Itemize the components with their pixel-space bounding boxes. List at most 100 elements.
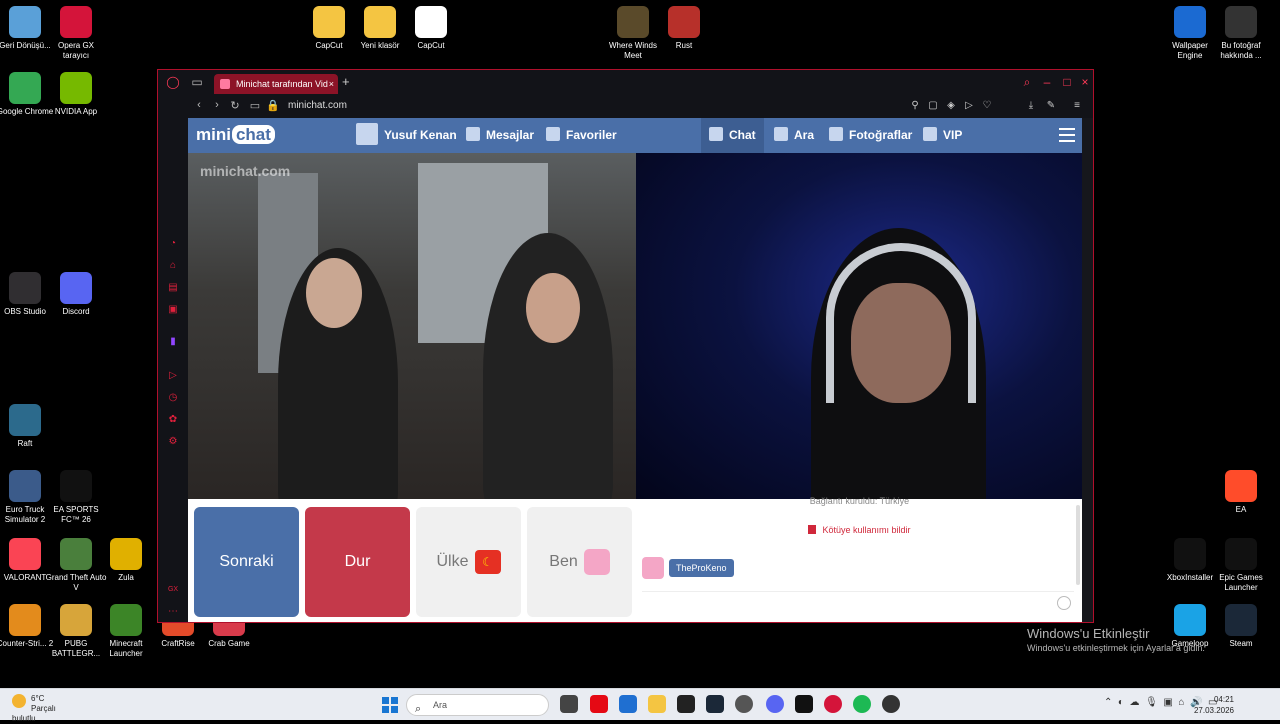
steam-icon [1225, 604, 1257, 636]
back-icon[interactable]: ‹ [192, 99, 206, 111]
sidebar-settings-icon[interactable]: ⚙ [167, 436, 179, 448]
taskbar-store-icon[interactable] [619, 695, 637, 713]
browser-tab[interactable]: Minichat tarafından Vid × [214, 74, 338, 94]
page-scrollbar[interactable] [1082, 118, 1093, 622]
desktop-shortcut[interactable]: EA [1210, 470, 1272, 515]
sidebar-more-icon[interactable]: ⋯ [167, 606, 179, 618]
partner-avatar-icon[interactable] [642, 557, 664, 579]
sidebar-player-icon[interactable]: ▷ [167, 370, 179, 382]
stop-button[interactable]: Dur [305, 507, 410, 617]
minichat-logo[interactable]: mini chat [196, 125, 275, 145]
nav-photos[interactable]: Fotoğraflar [829, 118, 912, 153]
messages-icon [466, 127, 480, 141]
favorites-icon [546, 127, 560, 141]
rust-icon [668, 6, 700, 38]
desktop-shortcut[interactable]: Opera GX tarayıcı [45, 6, 107, 61]
menu-icon[interactable]: ≡ [1070, 100, 1084, 111]
lock-icon: 🔒 [266, 100, 280, 112]
sidebar-twitch-icon[interactable]: ▮ [167, 336, 179, 348]
nav-chat-label: Chat [729, 128, 756, 142]
close-window-icon[interactable]: × [1078, 75, 1092, 89]
report-abuse-link[interactable]: Kötüye kullanımı bildir [636, 525, 1083, 535]
obs-icon [9, 272, 41, 304]
taskbar-xbox-icon[interactable] [735, 695, 753, 713]
heart-icon[interactable]: ♡ [980, 100, 994, 111]
taskbar-spotify-icon[interactable] [853, 695, 871, 713]
reload-icon[interactable]: ↻ [228, 99, 242, 112]
desktop-shortcut[interactable]: NVIDIA App [45, 72, 107, 117]
ai-icon[interactable]: ✎ [1044, 100, 1058, 111]
desktop-shortcut[interactable]: EA SPORTS FC™ 26 [45, 470, 107, 525]
taskbar-github-icon[interactable] [882, 695, 900, 713]
discord-icon [60, 272, 92, 304]
new-tab-button[interactable]: + [342, 74, 350, 89]
desktop-shortcut[interactable]: Bu fotoğraf hakkında ... [1210, 6, 1272, 61]
activation-title: Windows'u Etkinleştir [1027, 626, 1150, 641]
taskbar-search[interactable]: ⌕ Ara [406, 694, 549, 716]
clock[interactable]: 04:21 27.03.2026 [1194, 694, 1234, 716]
desktop-shortcut[interactable]: Zula [95, 538, 157, 583]
taskbar-task-view-icon[interactable] [560, 695, 578, 713]
message-input[interactable] [642, 591, 1074, 615]
text-chat-pane: Bağlantı kuruldu: Türkiye Kötüye kullanı… [636, 496, 1083, 622]
nav-messages[interactable]: Mesajlar [466, 118, 534, 153]
taskbar-epic-icon[interactable] [677, 695, 695, 713]
desktop-shortcut-label: EA [1235, 505, 1247, 514]
desktop-shortcut[interactable]: Rust [653, 6, 715, 51]
sidebar-messenger-icon[interactable]: ▣ [167, 304, 179, 316]
nav-vip[interactable]: VIP [923, 118, 962, 153]
nav-profile[interactable]: Yusuf Kenan [356, 118, 457, 153]
player-icon[interactable]: ▷ [962, 100, 976, 111]
wallpaper-engine-icon [1174, 6, 1206, 38]
tab-menu-icon[interactable]: ▭ [190, 75, 204, 89]
pin-icon[interactable]: ⚲ [908, 100, 922, 111]
taskbar-opera-gx-icon[interactable] [824, 695, 842, 713]
taskbar-netflix-icon[interactable] [590, 695, 608, 713]
windows-activation-watermark: Windows'u Etkinleştir Windows'u etkinleş… [1027, 626, 1205, 653]
hamburger-menu-icon[interactable] [1059, 128, 1075, 142]
desktop-shortcut-label: EA SPORTS FC™ 26 [53, 505, 99, 524]
country-button[interactable]: Ülke ☾ [416, 507, 521, 617]
sidebar-store-icon[interactable]: ⌂ [167, 260, 179, 272]
taskbar-steam-icon[interactable] [706, 695, 724, 713]
partner-name[interactable]: TheProKeno [669, 559, 734, 577]
sidebar-history-icon[interactable]: ◷ [167, 392, 179, 404]
nav-favorites[interactable]: Favoriler [546, 118, 617, 153]
taskbar-discord-icon[interactable] [766, 695, 784, 713]
search-tabs-icon[interactable]: ⌕ [1020, 75, 1034, 89]
where-winds-meet-icon [617, 6, 649, 38]
partner-video: minichat.com [188, 153, 636, 499]
opera-logo-icon[interactable]: ◯ [166, 75, 180, 89]
desktop-shortcut[interactable]: Discord [45, 272, 107, 317]
next-button[interactable]: Sonraki [194, 507, 299, 617]
start-button[interactable] [382, 697, 398, 713]
nav-chat[interactable]: Chat [701, 118, 764, 153]
taskbar-explorer-icon[interactable] [648, 695, 666, 713]
maximize-icon[interactable]: □ [1060, 75, 1074, 89]
chat-scrollbar[interactable] [1076, 505, 1080, 585]
sidebar-gx-corner-icon[interactable]: ◔ [167, 238, 179, 250]
minichat-header: mini chat Yusuf Kenan Mesajlar Favoriler … [188, 118, 1083, 153]
tab-close-icon[interactable]: × [329, 74, 334, 94]
desktop-shortcut[interactable]: Raft [0, 404, 56, 449]
search-icon [774, 127, 788, 141]
sidebar-extensions-icon[interactable]: ✿ [167, 414, 179, 426]
desktop-shortcut[interactable]: Epic Games Launcher [1210, 538, 1272, 593]
taskbar-terminal-icon[interactable] [795, 695, 813, 713]
me-button[interactable]: Ben [527, 507, 632, 617]
desktop-shortcut[interactable]: CapCut [400, 6, 462, 51]
shield-icon[interactable]: ◈ [944, 100, 958, 111]
emoji-icon[interactable] [1057, 596, 1071, 610]
download-icon[interactable]: ⤓ [1024, 100, 1038, 111]
cs2-icon [9, 604, 41, 636]
minimize-icon[interactable]: – [1040, 75, 1054, 89]
desktop-shortcut[interactable]: Steam [1210, 604, 1272, 649]
forward-icon[interactable]: › [210, 99, 224, 111]
snapshot-icon[interactable]: ▢ [926, 100, 940, 111]
sidebar-bag-icon[interactable]: ▤ [167, 282, 179, 294]
nav-search[interactable]: Ara [774, 118, 814, 153]
url-field[interactable]: minichat.com [288, 100, 347, 111]
camera-icon[interactable]: ▭ [248, 99, 262, 112]
tab-title: Minichat tarafından Vid [236, 79, 328, 89]
sidebar-gx-logo-icon: GX [167, 586, 179, 593]
